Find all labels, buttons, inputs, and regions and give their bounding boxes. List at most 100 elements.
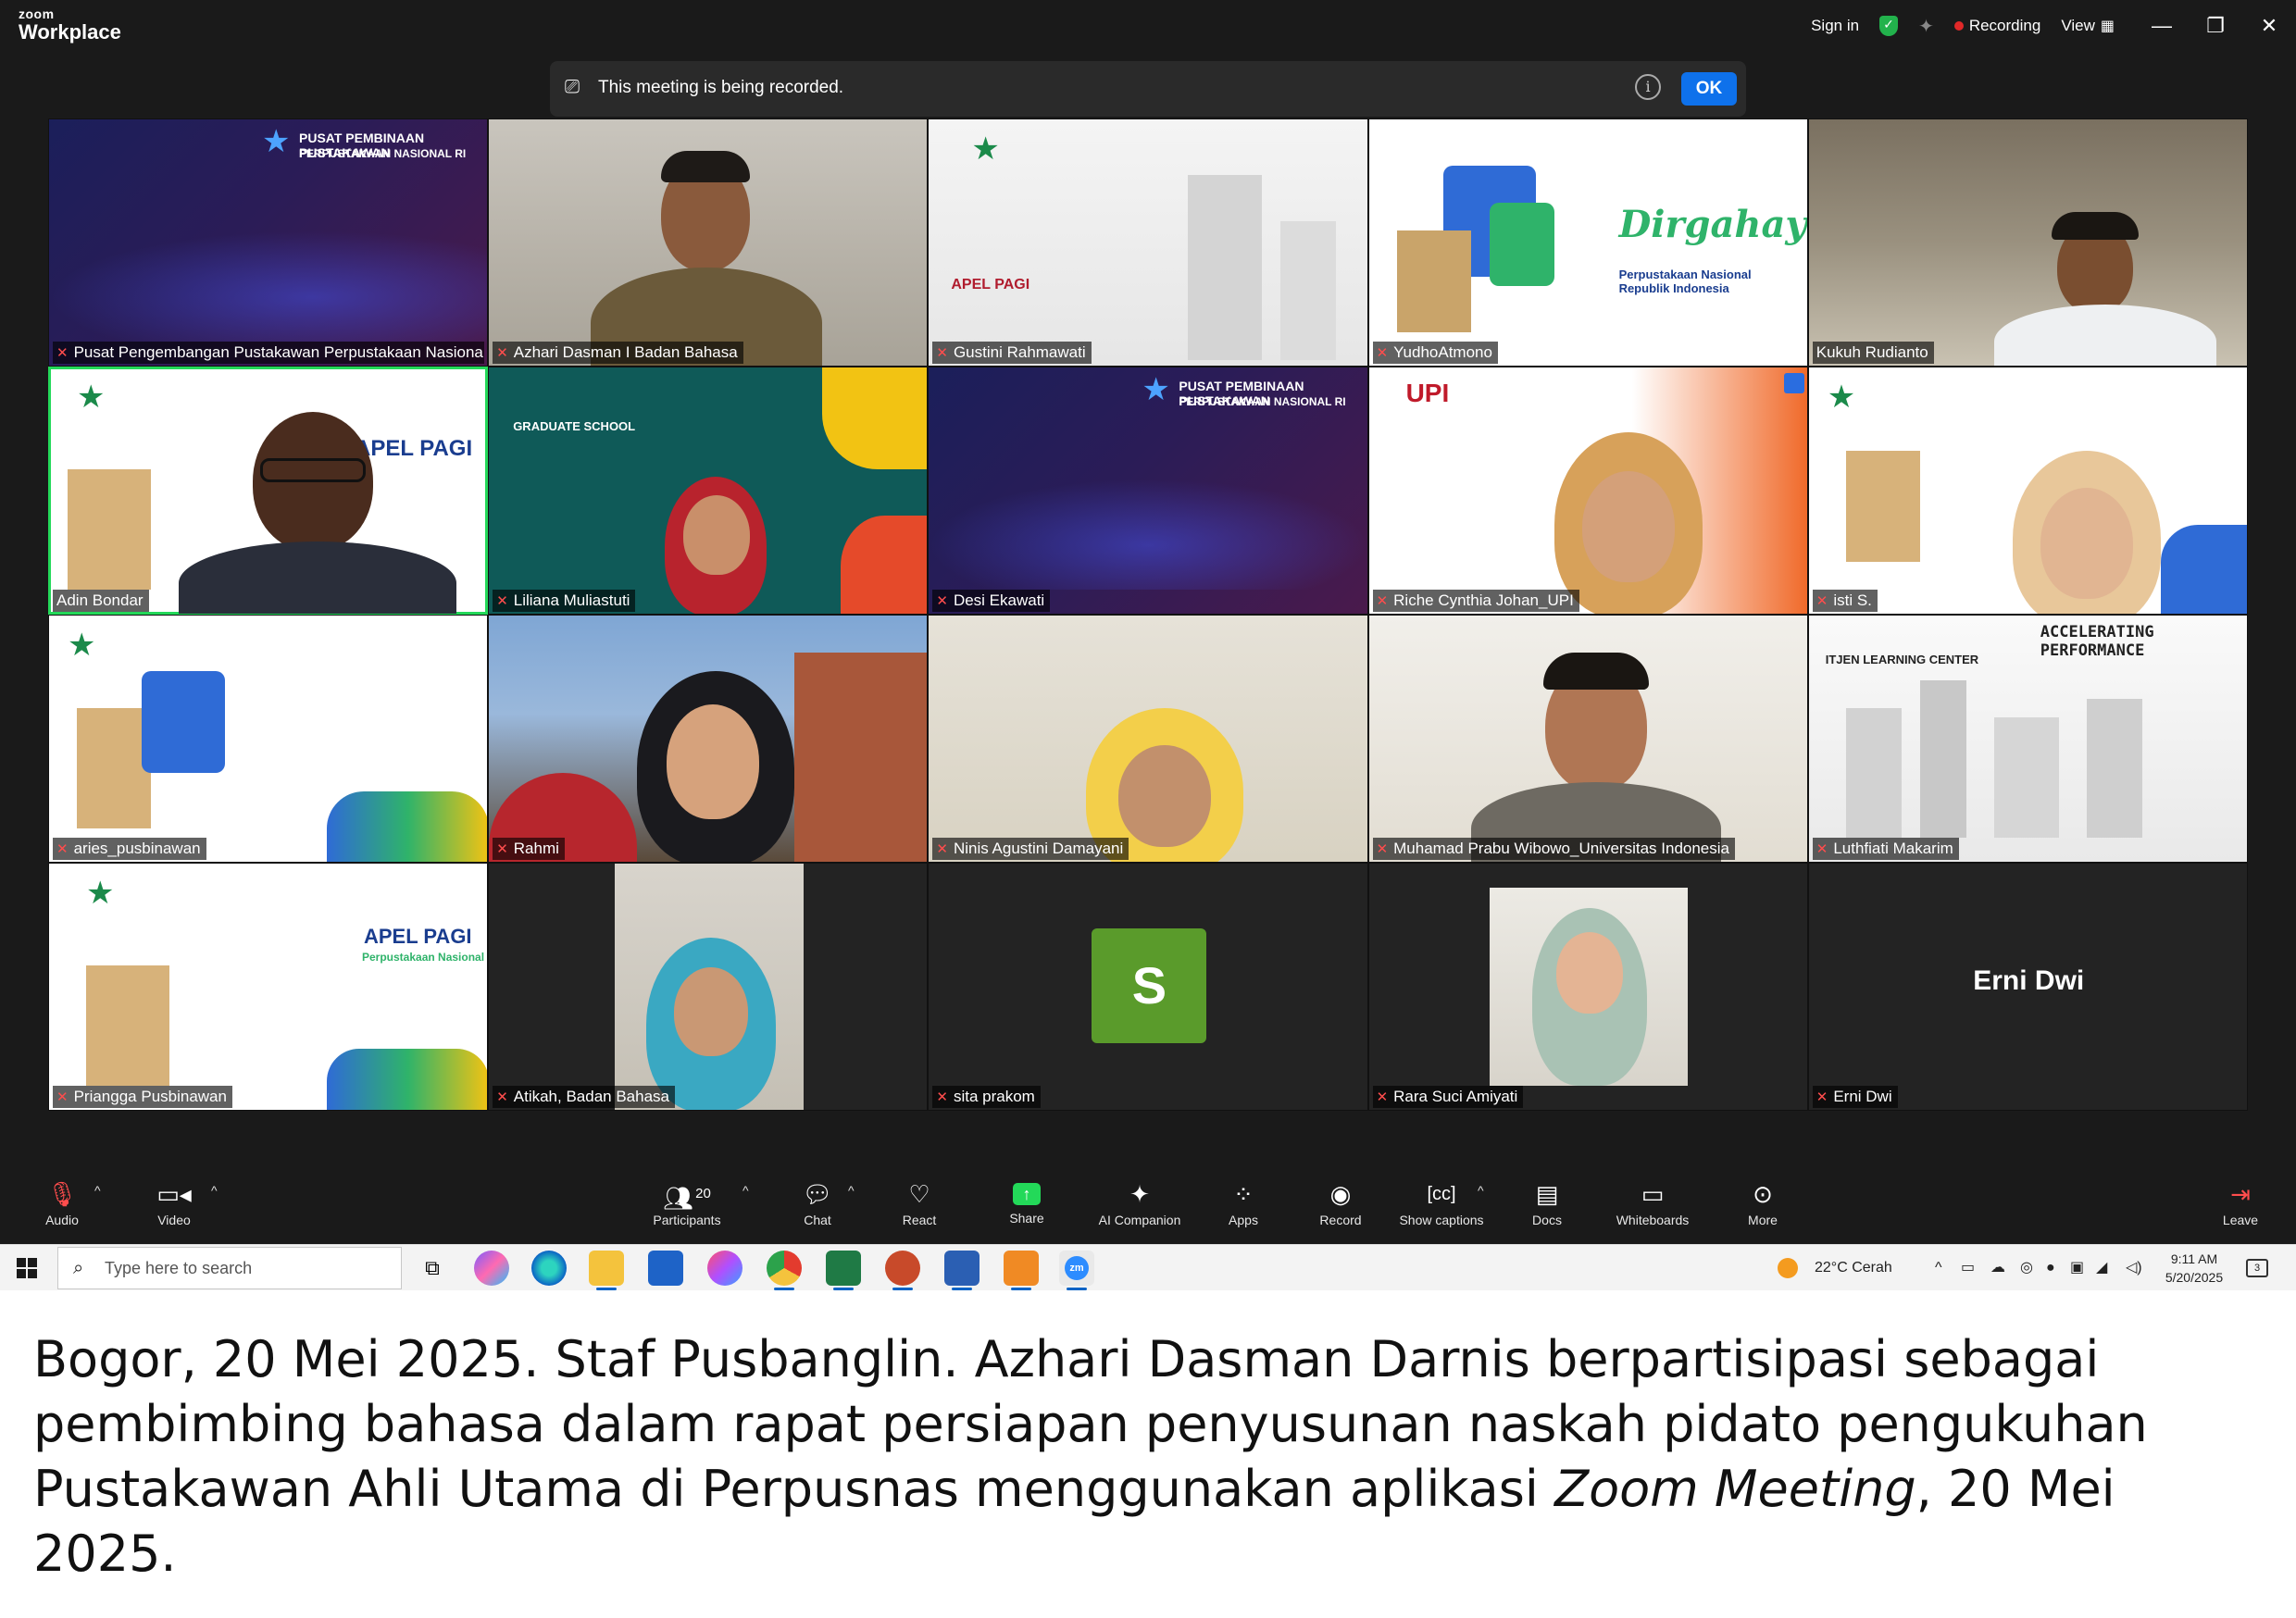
- word-icon[interactable]: [944, 1251, 980, 1290]
- task-view-icon[interactable]: ⧉: [415, 1251, 450, 1286]
- battery-icon[interactable]: ▭: [1961, 1245, 1975, 1291]
- windows-start-icon[interactable]: [17, 1258, 37, 1278]
- apps-button[interactable]: ⁘ Apps: [1222, 1174, 1265, 1244]
- sign-in-link[interactable]: Sign in: [1811, 17, 1859, 35]
- participant-tile[interactable]: ✕ Rahmi: [488, 615, 929, 863]
- chat-button[interactable]: 💬︎ Chat: [796, 1174, 839, 1244]
- participant-tile[interactable]: UPI ✕ Riche Cynthia Johan_UPI: [1367, 367, 1808, 615]
- microsoft-store-icon[interactable]: [648, 1251, 683, 1286]
- more-options-icon[interactable]: [1783, 373, 1804, 393]
- participant-tile[interactable]: Dirgahayu Perpustakaan Nasional Republik…: [1367, 118, 1808, 367]
- audio-options-caret[interactable]: ^: [93, 1174, 111, 1244]
- chrome-browser-icon[interactable]: [767, 1251, 802, 1290]
- zoom-logo: zoom Workplace: [19, 7, 121, 43]
- participants-options-caret[interactable]: ^: [741, 1174, 759, 1244]
- info-icon[interactable]: i: [1635, 74, 1661, 100]
- participant-tile[interactable]: ✕ Ninis Agustini Damayani: [928, 615, 1368, 863]
- brand-bottom: Workplace: [19, 20, 121, 44]
- clock-time: 9:11 AM: [2170, 1251, 2218, 1266]
- participant-tile[interactable]: ✕ Rara Suci Amiyati: [1367, 863, 1808, 1111]
- docs-button[interactable]: ▤ Docs: [1526, 1174, 1568, 1244]
- whiteboards-button[interactable]: ▭ Whiteboards: [1609, 1174, 1696, 1244]
- apps-label: Apps: [1229, 1213, 1258, 1227]
- ai-companion-button[interactable]: ✦ AI Companion: [1091, 1174, 1189, 1244]
- file-explorer-icon[interactable]: [589, 1251, 624, 1290]
- participant-tile[interactable]: ITJEN LEARNING CENTER ACCELERATING PERFO…: [1807, 615, 2248, 863]
- muted-mic-icon: ✕: [936, 593, 948, 609]
- wifi-icon[interactable]: ◢: [2096, 1245, 2107, 1291]
- close-button[interactable]: ✕: [2242, 0, 2296, 52]
- participants-icon: 👥︎ 20: [663, 1184, 711, 1213]
- participant-tile[interactable]: ★ ✕ isti S.: [1807, 367, 2248, 615]
- name-label: ✕ YudhoAtmono: [1372, 342, 1498, 364]
- captions-options-caret[interactable]: ^: [1476, 1174, 1494, 1244]
- share-button[interactable]: ↑ Share: [1004, 1174, 1050, 1244]
- name-label: ✕ Ninis Agustini Damayani: [932, 838, 1129, 860]
- cloud-icon[interactable]: ☁: [1990, 1245, 2005, 1291]
- restore-button[interactable]: ❐: [2189, 0, 2242, 52]
- participant-tile[interactable]: ★ APEL PAGI ✕ Gustini Rahmawati: [928, 118, 1368, 367]
- slide-apel-sub: Perpustakaan Nasional: [362, 951, 485, 964]
- participant-tile[interactable]: ✕ Azhari Dasman I Badan Bahasa: [488, 118, 929, 367]
- name-label: ✕ Riche Cynthia Johan_UPI: [1372, 590, 1579, 612]
- weather-icon[interactable]: [1778, 1245, 1802, 1291]
- powerpoint-icon[interactable]: [885, 1251, 920, 1290]
- meet-now-icon[interactable]: ◎: [2020, 1245, 2033, 1291]
- name-label: ✕ Pusat Pengembangan Pustakawan Perpustak…: [53, 342, 484, 364]
- copilot-icon[interactable]: [474, 1251, 509, 1286]
- audio-button[interactable]: 🎙︎ Audio: [33, 1174, 91, 1244]
- participant-tile[interactable]: Erni Dwi ✕ Erni Dwi: [1807, 863, 2248, 1111]
- docs-label: Docs: [1532, 1213, 1562, 1227]
- app-orange-icon[interactable]: [1004, 1251, 1039, 1290]
- encryption-shield-icon[interactable]: [1879, 16, 1899, 36]
- video-gallery: ★ PUSAT PEMBINAAN PUSTAKAWAN PERPUSTAKAA…: [48, 118, 2248, 1111]
- banner-ok-button[interactable]: OK: [1681, 72, 1737, 106]
- react-button[interactable]: ♡ React: [896, 1174, 942, 1244]
- participant-tile[interactable]: ★ PUSAT PEMBINAAN PUSTAKAWAN PERPUSTAKAA…: [928, 367, 1368, 615]
- name-label: ✕ Azhari Dasman I Badan Bahasa: [493, 342, 743, 364]
- slide-dirgahayu: Dirgahayu: [1618, 203, 1807, 246]
- display-icon[interactable]: ▣: [2070, 1245, 2084, 1291]
- taskbar-search-input[interactable]: ⌕ Type here to search: [57, 1247, 402, 1289]
- logo-star-icon: ★: [1827, 380, 1856, 415]
- edge-browser-icon[interactable]: [531, 1251, 567, 1286]
- name-label: ✕ Luthfiati Makarim: [1812, 838, 1959, 860]
- participant-tile-active-speaker[interactable]: ★ APEL PAGI Adin Bondar: [48, 367, 489, 615]
- record-button[interactable]: ◉ Record: [1315, 1174, 1366, 1244]
- name-label: ✕ aries_pusbinawan: [53, 838, 206, 860]
- video-button[interactable]: ▭◂ Video: [146, 1174, 202, 1244]
- participant-tile[interactable]: ★ PUSAT PEMBINAAN PUSTAKAWAN PERPUSTAKAA…: [48, 118, 489, 367]
- view-button[interactable]: View ▦: [2061, 17, 2115, 35]
- audio-label: Audio: [45, 1213, 79, 1227]
- video-options-caret[interactable]: ^: [209, 1174, 228, 1244]
- participant-tile[interactable]: GRADUATE SCHOOL ✕ Liliana Muliastuti: [488, 367, 929, 615]
- copilot-app-icon[interactable]: [707, 1251, 742, 1286]
- name-label: ✕ isti S.: [1812, 590, 1878, 612]
- name-label: ✕ Rara Suci Amiyati: [1372, 1086, 1524, 1108]
- leave-button[interactable]: ⇥ Leave: [2218, 1174, 2263, 1244]
- volume-icon[interactable]: ◁): [2126, 1245, 2142, 1291]
- sparkle-icon[interactable]: ✦: [1918, 15, 1934, 38]
- tray-overflow-icon[interactable]: ^: [1935, 1245, 1942, 1291]
- participant-tile[interactable]: ★ APEL PAGI Perpustakaan Nasional ✕ Prian…: [48, 863, 489, 1111]
- taskbar-clock[interactable]: 9:11 AM 5/20/2025: [2157, 1250, 2231, 1287]
- microphone-tray-icon[interactable]: ●: [2046, 1245, 2055, 1291]
- participant-tile[interactable]: Kukuh Rudianto: [1807, 118, 2248, 367]
- participant-tile[interactable]: ★ ✕ aries_pusbinawan: [48, 615, 489, 863]
- participant-tile[interactable]: ✕ Atikah, Badan Bahasa: [488, 863, 929, 1111]
- excel-icon[interactable]: [826, 1251, 861, 1290]
- zoom-app-icon[interactable]: zm: [1059, 1251, 1094, 1290]
- docs-icon: ▤: [1535, 1180, 1559, 1208]
- participant-tile[interactable]: ✕ Muhamad Prabu Wibowo_Universitas Indone…: [1367, 615, 1808, 863]
- name-label: ✕ Erni Dwi: [1812, 1086, 1898, 1108]
- windows-taskbar: ⌕ Type here to search ⧉ zm 22°C Cerah ^ …: [0, 1244, 2296, 1290]
- participants-button[interactable]: 👥︎ 20 Participants: [639, 1174, 735, 1244]
- recording-indicator[interactable]: Recording: [1953, 17, 2040, 35]
- minimize-button[interactable]: —: [2135, 0, 2189, 52]
- participant-tile[interactable]: S ✕ sita prakom: [928, 863, 1368, 1111]
- notification-center-icon[interactable]: 3: [2246, 1245, 2268, 1291]
- weather-text[interactable]: 22°C Cerah: [1815, 1245, 1892, 1291]
- muted-mic-icon: ✕: [936, 1089, 948, 1105]
- chat-options-caret[interactable]: ^: [846, 1174, 865, 1244]
- more-button[interactable]: ⊙ More: [1741, 1174, 1785, 1244]
